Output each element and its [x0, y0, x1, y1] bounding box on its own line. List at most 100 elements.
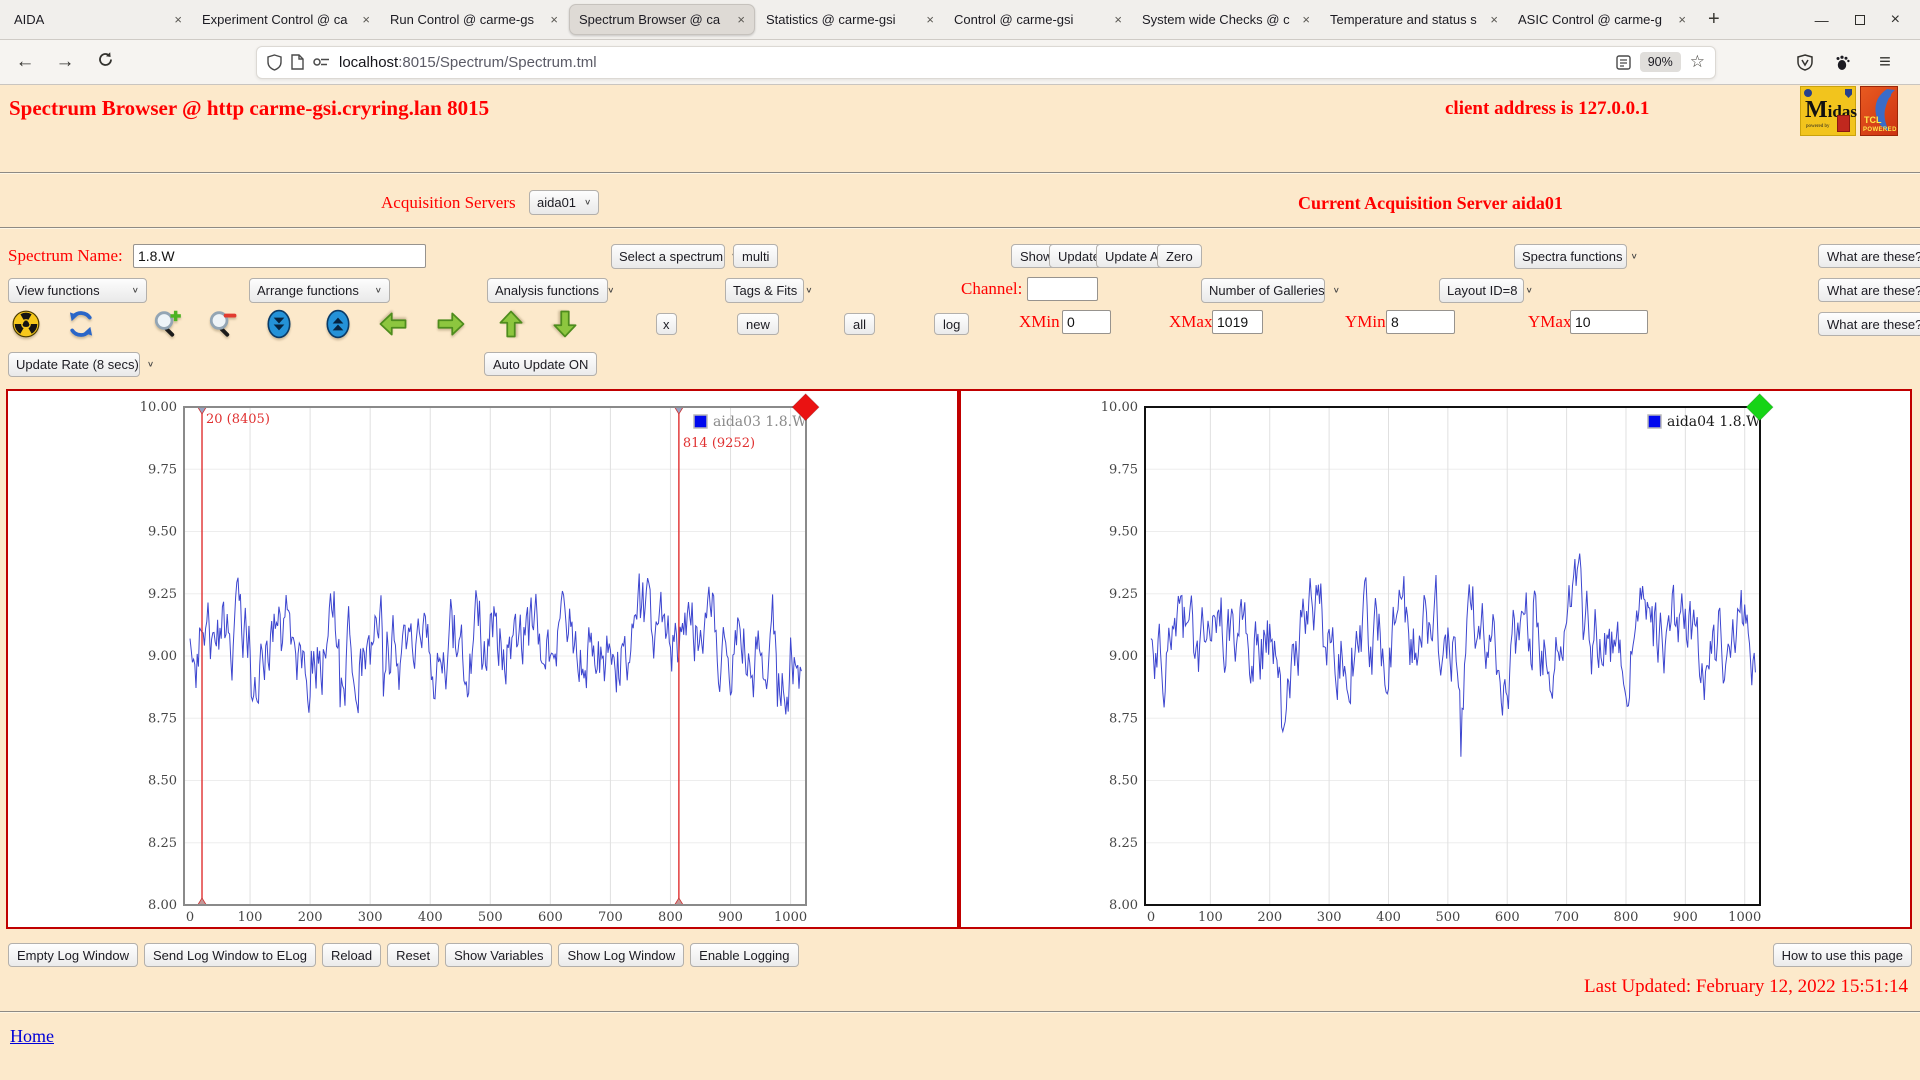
what-are-these-button-2[interactable]: What are these?: [1818, 278, 1920, 302]
tab-close-icon[interactable]: ×: [1490, 12, 1498, 27]
spectrum-plot-aida04[interactable]: 8.008.258.508.759.009.259.509.7510.00010…: [961, 391, 1908, 925]
window-maximize-icon[interactable]: [1855, 15, 1865, 25]
x-button[interactable]: x: [656, 313, 677, 335]
channel-input[interactable]: [1027, 277, 1098, 301]
analysis-functions-dropdown[interactable]: Analysis functions∨: [487, 278, 608, 303]
zero-button[interactable]: Zero: [1157, 244, 1202, 268]
tab-9[interactable]: ASIC Control @ carme-g×: [1509, 4, 1695, 35]
tab-8[interactable]: Temperature and status s×: [1321, 4, 1507, 35]
layout-id-value: Layout ID=8: [1447, 283, 1517, 298]
zoom-in-icon[interactable]: [151, 307, 183, 341]
xmax-label: XMax: [1169, 312, 1212, 332]
log-button-7[interactable]: Enable Logging: [690, 943, 798, 967]
page-info-icon[interactable]: [291, 54, 304, 70]
what-are-these-button-3[interactable]: What are these?: [1818, 312, 1920, 336]
shield-icon[interactable]: [267, 54, 282, 71]
url-text[interactable]: localhost:8015/Spectrum/Spectrum.tml: [339, 54, 1607, 71]
log-button[interactable]: log: [934, 313, 969, 335]
tab-close-icon[interactable]: ×: [1678, 12, 1686, 27]
midas-powered-by: powered by: [1806, 124, 1829, 129]
auto-update-button[interactable]: Auto Update ON: [484, 352, 597, 376]
shield-badge-icon[interactable]: [1797, 54, 1813, 71]
zoom-out-icon[interactable]: [206, 307, 238, 341]
view-functions-dropdown[interactable]: View functions∨: [8, 278, 147, 303]
tab-close-icon[interactable]: ×: [1302, 12, 1310, 27]
new-tab-button[interactable]: +: [1696, 8, 1732, 31]
permissions-icon[interactable]: [313, 56, 330, 68]
arrow-up-icon[interactable]: [495, 307, 527, 341]
tab-close-icon[interactable]: ×: [174, 12, 182, 27]
log-buttons: Empty Log WindowSend Log Window to ELogR…: [8, 943, 799, 967]
spectra-functions-dropdown[interactable]: Spectra functions∨: [1514, 244, 1627, 269]
xmax-input[interactable]: [1212, 310, 1263, 334]
extension-foot-icon[interactable]: [1835, 54, 1850, 71]
url-bar[interactable]: localhost:8015/Spectrum/Spectrum.tml 90%…: [256, 46, 1716, 79]
log-button-4[interactable]: Reset: [387, 943, 439, 967]
tab-close-icon[interactable]: ×: [362, 12, 370, 27]
home-link[interactable]: Home: [10, 1026, 54, 1047]
window-minimize-icon[interactable]: —: [1815, 13, 1829, 27]
log-button-6[interactable]: Show Log Window: [558, 943, 684, 967]
ymax-input[interactable]: [1570, 310, 1648, 334]
tab-label: AIDA: [14, 12, 169, 27]
tab-close-icon[interactable]: ×: [737, 12, 745, 27]
scroll-up-icon[interactable]: [322, 307, 354, 341]
reload-icon[interactable]: [92, 51, 118, 74]
log-button-1[interactable]: Empty Log Window: [8, 943, 138, 967]
spectrum-plot-aida03[interactable]: 8.008.258.508.759.009.259.509.7510.00010…: [8, 391, 955, 925]
tab-2[interactable]: Experiment Control @ ca×: [193, 4, 379, 35]
log-button-2[interactable]: Send Log Window to ELog: [144, 943, 316, 967]
spectrum-name-input[interactable]: [133, 244, 426, 268]
tab-close-icon[interactable]: ×: [926, 12, 934, 27]
svg-text:10.00: 10.00: [140, 400, 177, 415]
tab-7[interactable]: System wide Checks @ c×: [1133, 4, 1319, 35]
number-of-galleries-dropdown[interactable]: Number of Galleries∨: [1201, 278, 1325, 303]
tab-close-icon[interactable]: ×: [550, 12, 558, 27]
radioactive-icon[interactable]: [10, 307, 42, 341]
arrow-left-icon[interactable]: [377, 307, 409, 341]
tags-fits-dropdown[interactable]: Tags & Fits∨: [725, 278, 804, 303]
acquisition-server-select[interactable]: aida01∨: [529, 190, 599, 215]
arrange-functions-value: Arrange functions: [257, 283, 359, 298]
reader-mode-icon[interactable]: [1616, 55, 1631, 70]
log-button-3[interactable]: Reload: [322, 943, 381, 967]
ymin-input[interactable]: [1386, 310, 1455, 334]
select-spectrum-dropdown[interactable]: Select a spectrum∨: [611, 244, 725, 269]
refresh-icon[interactable]: [65, 307, 97, 341]
arrow-right-icon[interactable]: [435, 307, 467, 341]
what-are-these-button-1[interactable]: What are these?: [1818, 244, 1920, 268]
scroll-down-icon[interactable]: [263, 307, 295, 341]
xmin-input[interactable]: [1062, 310, 1111, 334]
all-button[interactable]: all: [844, 313, 875, 335]
tab-6[interactable]: Control @ carme-gsi×: [945, 4, 1131, 35]
tab-1[interactable]: AIDA ×: [5, 4, 191, 35]
new-button[interactable]: new: [737, 313, 779, 335]
ymin-label: YMin: [1345, 312, 1386, 332]
svg-text:0: 0: [1147, 910, 1155, 925]
divider: [0, 1011, 1920, 1013]
bookmark-star-icon[interactable]: ☆: [1690, 52, 1705, 72]
svg-text:100: 100: [238, 910, 263, 925]
tab-4[interactable]: Spectrum Browser @ ca ×: [569, 4, 755, 35]
arrange-functions-dropdown[interactable]: Arrange functions∨: [249, 278, 390, 303]
svg-text:9.00: 9.00: [148, 649, 177, 664]
back-icon[interactable]: ←: [12, 51, 38, 73]
layout-id-dropdown[interactable]: Layout ID=8∨: [1439, 278, 1524, 303]
tab-label: Run Control @ carme-gs: [390, 12, 545, 27]
update-rate-dropdown[interactable]: Update Rate (8 secs)∨: [8, 352, 140, 377]
tab-close-icon[interactable]: ×: [1114, 12, 1122, 27]
multi-button[interactable]: multi: [733, 244, 778, 268]
forward-icon[interactable]: →: [52, 51, 78, 73]
tab-3[interactable]: Run Control @ carme-gs ×: [381, 4, 567, 35]
xmin-label: XMin: [1019, 312, 1060, 332]
tab-5[interactable]: Statistics @ carme-gsi×: [757, 4, 943, 35]
log-button-5[interactable]: Show Variables: [445, 943, 552, 967]
how-to-use-button[interactable]: How to use this page: [1773, 943, 1912, 967]
tab-label: Spectrum Browser @ ca: [579, 12, 732, 27]
menu-icon[interactable]: ≡: [1872, 51, 1898, 74]
window-close-icon[interactable]: ×: [1891, 12, 1900, 28]
tags-fits-value: Tags & Fits: [733, 283, 797, 298]
zoom-level-badge[interactable]: 90%: [1640, 52, 1681, 72]
arrow-down-icon[interactable]: [549, 307, 581, 341]
svg-text:900: 900: [1673, 910, 1698, 925]
